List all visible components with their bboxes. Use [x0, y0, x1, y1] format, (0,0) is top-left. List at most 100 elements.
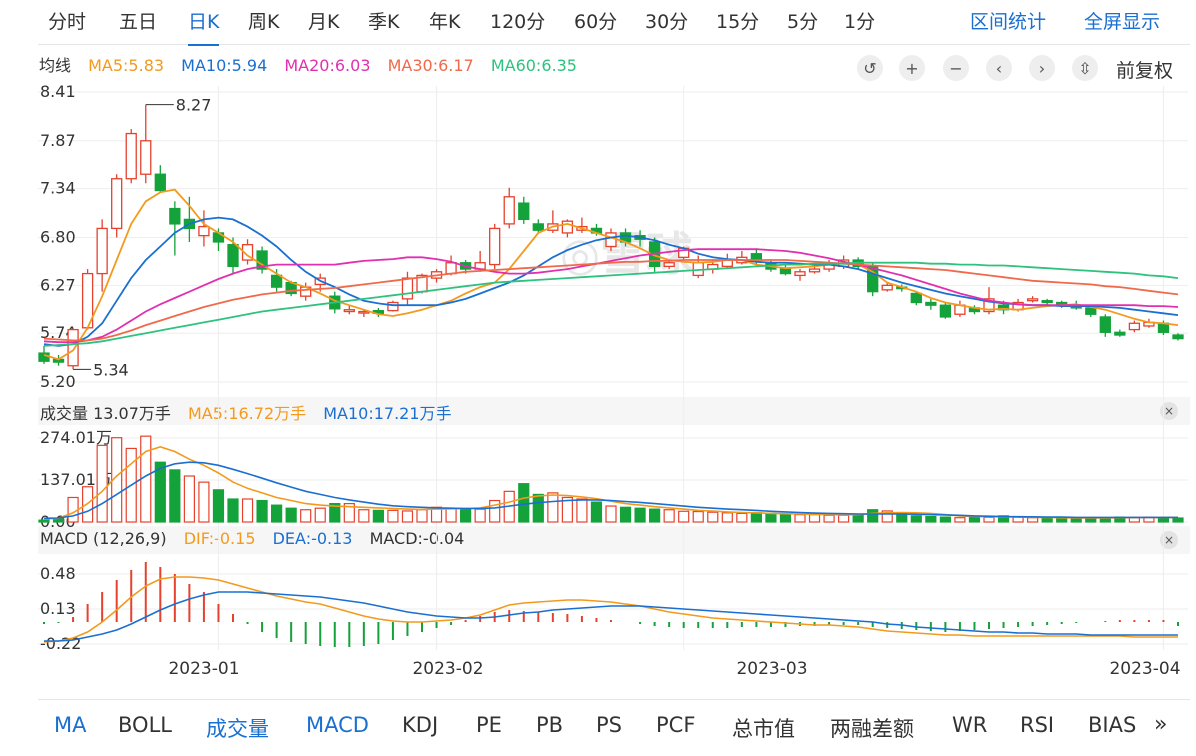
candle-body — [532, 223, 544, 231]
candle-body — [1099, 316, 1111, 333]
volume-bar — [387, 509, 399, 523]
volume-bar — [765, 512, 777, 523]
volume-bar — [605, 505, 617, 523]
volume-bar — [38, 519, 50, 523]
indicator-boll[interactable]: BOLL — [118, 713, 172, 737]
volume-bar — [867, 509, 879, 523]
candle-body — [38, 352, 50, 362]
indicator-volume[interactable]: 成交量 — [206, 713, 269, 743]
volume-bar — [285, 507, 297, 523]
volume-bar — [678, 510, 690, 523]
price-tick-label: 7.87 — [40, 131, 76, 150]
candle-body — [561, 220, 574, 234]
volume-bar — [445, 507, 457, 523]
volume-bar — [358, 509, 370, 523]
candle-body — [169, 207, 181, 225]
indicator-rsi[interactable]: RSI — [1020, 713, 1054, 737]
candle-body — [358, 310, 370, 314]
volume-bar — [212, 489, 225, 523]
candle-body — [503, 196, 515, 225]
dea-line — [44, 591, 1178, 642]
candle-body — [343, 309, 355, 313]
volume-bar — [721, 512, 733, 523]
candle-body — [154, 173, 166, 192]
x-tick-label: 2023-01 — [168, 659, 239, 679]
volume-bar — [838, 514, 850, 523]
candle-body — [939, 304, 952, 318]
candle-body — [1128, 322, 1141, 331]
candle-body — [111, 178, 123, 230]
volume-bar — [736, 512, 748, 523]
candle-body — [125, 132, 137, 180]
volume-bar — [169, 469, 181, 523]
volume-bar — [401, 510, 414, 523]
volume-bar — [96, 444, 108, 523]
indicator-wr[interactable]: WR — [952, 713, 987, 737]
candle-body — [779, 268, 792, 275]
candle-body — [1026, 298, 1039, 302]
candle-body — [925, 301, 937, 306]
candle-body — [67, 328, 79, 367]
volume-bar — [590, 501, 603, 523]
candle-body — [96, 227, 108, 275]
candle-body — [750, 253, 763, 261]
volume-bar — [474, 508, 486, 523]
indicator-tabbar: MA BOLL 成交量 MACD KDJ PE PB PS PCF 总市值 两融… — [38, 699, 1190, 756]
x-tick-label: 2023-04 — [1109, 659, 1180, 679]
candle-body — [1172, 334, 1184, 340]
indicator-pe[interactable]: PE — [476, 713, 502, 737]
volume-bar — [779, 513, 792, 523]
price-tick-label: 8.41 — [40, 82, 76, 101]
volume-bar — [256, 499, 268, 523]
indicator-pcf[interactable]: PCF — [656, 713, 695, 737]
volume-bar — [416, 509, 428, 523]
candle-body — [910, 292, 922, 304]
volume-bar — [1027, 517, 1039, 523]
volume-bar — [154, 461, 166, 523]
volume-bar — [372, 509, 384, 523]
volume-bar — [52, 518, 65, 523]
indicator-pb[interactable]: PB — [536, 713, 563, 737]
min-price-label: 5.34 — [93, 360, 129, 379]
volume-bar — [241, 498, 254, 523]
x-tick-label: 2023-03 — [736, 659, 807, 679]
candle-body — [198, 225, 210, 237]
volume-bar — [1157, 517, 1170, 523]
candle-body — [881, 284, 893, 291]
volume-bar — [910, 515, 922, 523]
candle-body — [1085, 307, 1097, 315]
max-price-label: 8.27 — [176, 96, 212, 115]
indicator-kdj[interactable]: KDJ — [402, 713, 438, 737]
candle-body — [808, 268, 821, 273]
volume-bar — [968, 516, 981, 523]
x-tick-label: 2023-02 — [412, 659, 483, 679]
candle-body — [794, 271, 806, 277]
volume-bar — [271, 504, 283, 523]
candle-body — [518, 202, 530, 221]
candle-body — [227, 244, 239, 268]
volume-bar — [823, 514, 835, 523]
volume-bar — [692, 510, 704, 523]
indicator-ma[interactable]: MA — [54, 713, 86, 737]
volume-bar — [314, 507, 326, 523]
volume-bar — [707, 511, 719, 523]
indicator-margin-balance[interactable]: 两融差额 — [830, 713, 914, 743]
candle-body — [445, 262, 457, 275]
more-indicators-icon[interactable]: » — [1154, 712, 1167, 737]
candle-body — [401, 277, 414, 300]
volume-tick-label: 274.01万 — [40, 428, 112, 447]
candle-body — [1041, 300, 1053, 304]
volume-bar — [183, 475, 195, 523]
volume-bar — [1172, 517, 1184, 523]
stock-chart[interactable]: 8.417.877.346.806.275.745.20◎雪球8.275.342… — [0, 0, 1196, 700]
volume-bar — [198, 481, 210, 523]
indicator-market-cap[interactable]: 总市值 — [732, 713, 795, 743]
indicator-bias[interactable]: BIAS — [1088, 713, 1136, 737]
volume-bar — [532, 493, 544, 523]
price-tick-label: 7.34 — [40, 179, 76, 198]
macd-tick-label: 0.13 — [40, 599, 76, 618]
volume-bar — [939, 516, 951, 523]
indicator-ps[interactable]: PS — [596, 713, 622, 737]
volume-bar — [460, 507, 472, 523]
indicator-macd[interactable]: MACD — [306, 713, 369, 737]
